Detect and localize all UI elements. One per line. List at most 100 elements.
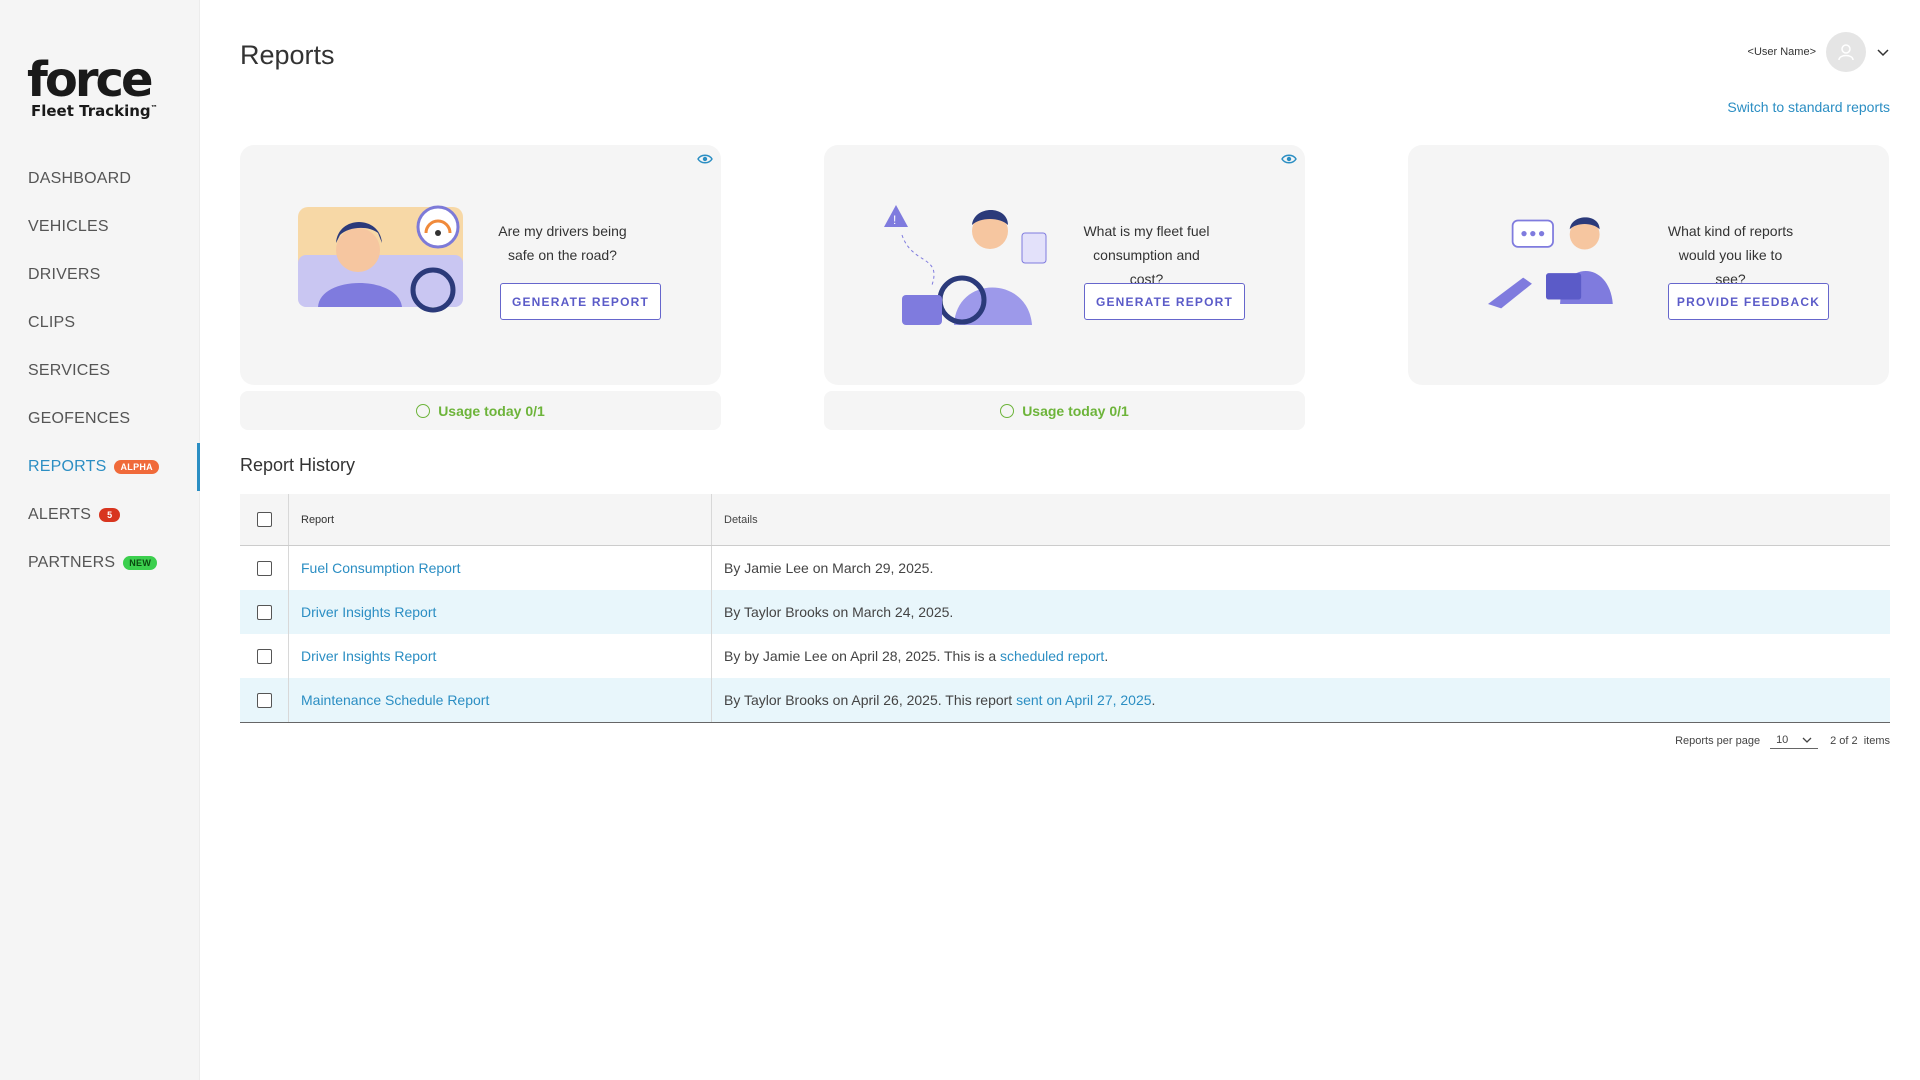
page-title: Reports bbox=[240, 40, 335, 70]
brand-subtitle: Fleet Tracking™ bbox=[31, 102, 167, 120]
nav-item-dashboard[interactable]: DASHBOARD bbox=[0, 155, 200, 203]
report-link[interactable]: Maintenance Schedule Report bbox=[301, 692, 489, 708]
nav-item-drivers[interactable]: DRIVERS bbox=[0, 251, 200, 299]
feedback-card: What kind of reports would you like to s… bbox=[1408, 145, 1889, 385]
chevron-down-icon bbox=[1802, 737, 1812, 743]
details-text: By Taylor Brooks on March 24, 2025. bbox=[724, 604, 954, 620]
new-badge: NEW bbox=[123, 556, 158, 570]
row-check-cell bbox=[240, 546, 289, 590]
item-count: 2 of 2 items bbox=[1830, 735, 1890, 747]
row-checkbox[interactable] bbox=[256, 604, 272, 620]
details-text: By Taylor Brooks on April 26, 2025. This… bbox=[724, 692, 1017, 708]
table-row: Maintenance Schedule Report By Taylor Br… bbox=[240, 678, 1890, 722]
table-header: Report Details bbox=[240, 494, 1890, 546]
details-cell: By by Jamie Lee on April 28, 2025. This … bbox=[712, 634, 1890, 678]
provide-feedback-button[interactable]: PROVIDE FEEDBACK bbox=[1668, 283, 1829, 320]
row-checkbox[interactable] bbox=[256, 648, 272, 664]
nav-item-vehicles[interactable]: VEHICLES bbox=[0, 203, 200, 251]
driver-safety-illustration bbox=[298, 205, 463, 313]
user-menu[interactable]: <User Name> bbox=[1748, 32, 1890, 72]
svg-text:!: ! bbox=[893, 213, 896, 227]
table-row: Driver Insights Report By Taylor Brooks … bbox=[240, 590, 1890, 634]
sidebar: force Fleet Tracking™ DASHBOARD VEHICLES… bbox=[0, 0, 200, 1080]
main-nav: DASHBOARD VEHICLES DRIVERS CLIPS SERVICE… bbox=[0, 155, 200, 587]
brand-logo[interactable]: force Fleet Tracking™ bbox=[27, 56, 167, 126]
per-page-label: Reports per page bbox=[1675, 734, 1761, 747]
brand-subtitle-text: Fleet Tracking bbox=[31, 102, 151, 120]
usage-circle-icon bbox=[416, 403, 431, 418]
report-card-safety: Are my drivers being safe on the road? G… bbox=[240, 145, 721, 385]
usage-indicator: Usage today 0/1 bbox=[824, 391, 1305, 430]
nav-label: PARTNERS bbox=[28, 554, 116, 571]
row-check-cell bbox=[240, 678, 289, 722]
items-label: items bbox=[1863, 734, 1890, 747]
pagination: Reports per page 10 2 of 2 items bbox=[1675, 732, 1890, 749]
alpha-badge: ALPHA bbox=[114, 460, 159, 474]
report-card-fuel: ! What is my fleet fuel consumption and … bbox=[824, 145, 1305, 385]
report-cell: Driver Insights Report bbox=[289, 590, 712, 634]
column-header-report[interactable]: Report bbox=[289, 494, 712, 545]
report-cell: Maintenance Schedule Report bbox=[289, 678, 712, 722]
brand-word: force bbox=[27, 52, 154, 108]
chevron-down-icon[interactable] bbox=[1876, 45, 1890, 59]
nav-label: DASHBOARD bbox=[28, 170, 132, 187]
sent-date-link[interactable]: sent on April 27, 2025 bbox=[1016, 692, 1151, 708]
row-check-cell bbox=[240, 590, 289, 634]
trademark: ™ bbox=[150, 104, 158, 112]
alerts-count-badge: 5 bbox=[99, 508, 121, 522]
usage-indicator: Usage today 0/1 bbox=[240, 391, 721, 430]
eye-icon[interactable] bbox=[697, 152, 713, 166]
generate-report-button[interactable]: GENERATE REPORT bbox=[500, 283, 661, 320]
nav-item-clips[interactable]: CLIPS bbox=[0, 299, 200, 347]
table-row: Fuel Consumption Report By Jamie Lee on … bbox=[240, 546, 1890, 590]
nav-label: VEHICLES bbox=[28, 218, 109, 235]
per-page-select[interactable]: 10 bbox=[1770, 732, 1819, 749]
nav-label: SERVICES bbox=[28, 362, 111, 379]
generate-report-button[interactable]: GENERATE REPORT bbox=[1084, 283, 1245, 320]
nav-item-services[interactable]: SERVICES bbox=[0, 347, 200, 395]
nav-label: REPORTS bbox=[28, 458, 107, 475]
card-question: What is my fleet fuel consumption and co… bbox=[1083, 223, 1210, 287]
nav-item-reports[interactable]: REPORTS ALPHA bbox=[0, 443, 200, 491]
usage-circle-icon bbox=[1000, 403, 1015, 418]
details-cell: By Taylor Brooks on March 24, 2025. bbox=[712, 590, 1890, 634]
avatar[interactable] bbox=[1826, 32, 1866, 72]
card-question: Are my drivers being safe on the road? bbox=[498, 223, 627, 263]
details-text: By by Jamie Lee on April 28, 2025. This … bbox=[724, 648, 1001, 664]
select-all-checkbox[interactable] bbox=[256, 512, 272, 527]
report-cell: Driver Insights Report bbox=[289, 634, 712, 678]
fuel-consumption-illustration: ! bbox=[884, 205, 1047, 325]
report-history-title: Report History bbox=[240, 455, 356, 475]
details-text: By Jamie Lee on March 29, 2025. bbox=[724, 560, 934, 576]
scheduled-report-link[interactable]: scheduled report bbox=[1000, 648, 1104, 664]
select-all-cell bbox=[240, 494, 289, 545]
item-count-value: 2 of 2 bbox=[1830, 734, 1858, 747]
per-page-value: 10 bbox=[1776, 734, 1789, 746]
nav-item-geofences[interactable]: GEOFENCES bbox=[0, 395, 200, 443]
nav-item-alerts[interactable]: ALERTS 5 bbox=[0, 491, 200, 539]
card-question: What kind of reports would you like to s… bbox=[1667, 223, 1794, 287]
switch-to-standard-reports-link[interactable]: Switch to standard reports bbox=[1727, 99, 1890, 115]
row-check-cell bbox=[240, 634, 289, 678]
usage-text: Usage today 0/1 bbox=[438, 402, 545, 419]
report-link[interactable]: Driver Insights Report bbox=[301, 604, 436, 620]
details-cell: By Jamie Lee on March 29, 2025. bbox=[712, 546, 1890, 590]
report-link[interactable]: Fuel Consumption Report bbox=[301, 560, 461, 576]
user-icon bbox=[1838, 44, 1854, 61]
nav-item-partners[interactable]: PARTNERS NEW bbox=[0, 539, 200, 587]
user-name: <User Name> bbox=[1747, 46, 1816, 58]
report-link[interactable]: Driver Insights Report bbox=[301, 648, 436, 664]
details-suffix: . bbox=[1151, 692, 1156, 708]
feedback-illustration bbox=[1488, 217, 1613, 309]
column-header-details[interactable]: Details bbox=[712, 494, 1890, 545]
row-checkbox[interactable] bbox=[256, 692, 272, 708]
nav-label: CLIPS bbox=[28, 314, 76, 331]
eye-icon[interactable] bbox=[1281, 152, 1297, 166]
report-cell: Fuel Consumption Report bbox=[289, 546, 712, 590]
nav-label: ALERTS bbox=[28, 506, 92, 523]
nav-label: DRIVERS bbox=[28, 266, 101, 283]
details-suffix: . bbox=[1104, 648, 1109, 664]
report-history-table: Report Details Fuel Consumption Report B… bbox=[240, 494, 1890, 723]
table-row: Driver Insights Report By by Jamie Lee o… bbox=[240, 634, 1890, 678]
row-checkbox[interactable] bbox=[256, 560, 272, 576]
